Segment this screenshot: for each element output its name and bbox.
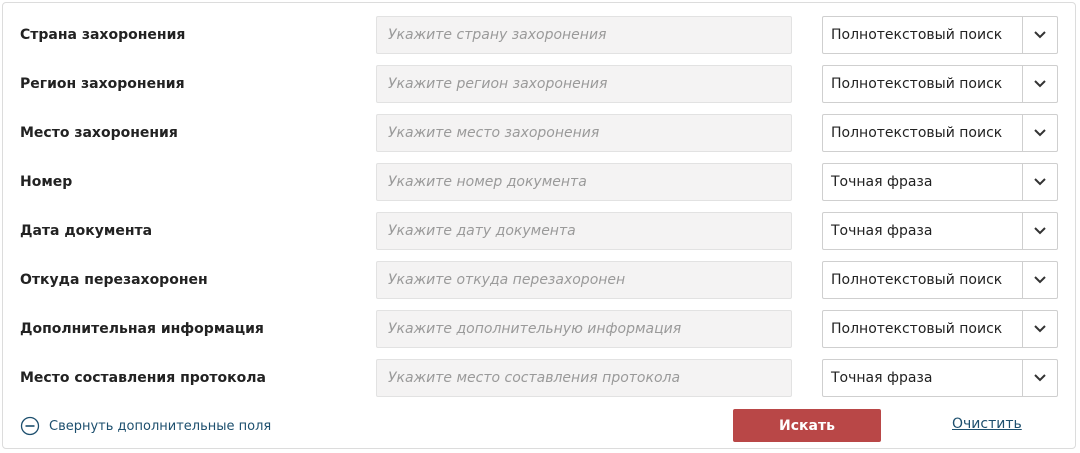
chevron-down-icon: [1034, 374, 1046, 382]
burial-region-input[interactable]: [376, 65, 792, 103]
select-divider: [1022, 311, 1023, 347]
select-divider: [1022, 66, 1023, 102]
field-row-reburied-from: Откуда перезахоронен Полнотекстовый поис…: [0, 261, 1080, 299]
burial-place-input[interactable]: [376, 114, 792, 152]
search-mode-value: Полнотекстовый поиск: [831, 27, 1003, 43]
field-row-document-date: Дата документа Точная фраза: [0, 212, 1080, 250]
search-mode-select[interactable]: Точная фраза: [822, 359, 1058, 397]
additional-info-input[interactable]: [376, 310, 792, 348]
burial-country-input[interactable]: [376, 16, 792, 54]
reburied-from-input[interactable]: [376, 261, 792, 299]
chevron-down-icon: [1034, 129, 1046, 137]
field-label: Откуда перезахоронен: [20, 272, 208, 288]
chevron-down-icon: [1034, 31, 1046, 39]
chevron-down-icon: [1034, 276, 1046, 284]
document-date-input[interactable]: [376, 212, 792, 250]
field-label: Дополнительная информация: [20, 321, 264, 337]
search-mode-select[interactable]: Полнотекстовый поиск: [822, 261, 1058, 299]
select-divider: [1022, 17, 1023, 53]
field-label: Номер: [20, 174, 73, 190]
search-mode-value: Точная фраза: [831, 223, 933, 239]
search-mode-value: Полнотекстовый поиск: [831, 76, 1003, 92]
field-label: Страна захоронения: [20, 27, 186, 43]
select-divider: [1022, 262, 1023, 298]
search-mode-select[interactable]: Полнотекстовый поиск: [822, 114, 1058, 152]
search-mode-select[interactable]: Полнотекстовый поиск: [822, 16, 1058, 54]
field-row-burial-region: Регион захоронения Полнотекстовый поиск: [0, 65, 1080, 103]
minus-circle-icon: [20, 416, 40, 436]
select-divider: [1022, 360, 1023, 396]
field-row-burial-place: Место захоронения Полнотекстовый поиск: [0, 114, 1080, 152]
field-row-burial-country: Страна захоронения Полнотекстовый поиск: [0, 16, 1080, 54]
search-mode-select[interactable]: Полнотекстовый поиск: [822, 310, 1058, 348]
search-mode-value: Точная фраза: [831, 174, 933, 190]
document-number-input[interactable]: [376, 163, 792, 201]
search-mode-select[interactable]: Точная фраза: [822, 163, 1058, 201]
search-mode-value: Полнотекстовый поиск: [831, 321, 1003, 337]
field-row-protocol-place: Место составления протокола Точная фраза: [0, 359, 1080, 397]
chevron-down-icon: [1034, 178, 1046, 186]
search-mode-value: Полнотекстовый поиск: [831, 272, 1003, 288]
field-label: Место захоронения: [20, 125, 178, 141]
field-label: Место составления протокола: [20, 370, 266, 386]
select-divider: [1022, 213, 1023, 249]
chevron-down-icon: [1034, 80, 1046, 88]
search-mode-value: Полнотекстовый поиск: [831, 125, 1003, 141]
select-divider: [1022, 115, 1023, 151]
chevron-down-icon: [1034, 227, 1046, 235]
select-divider: [1022, 164, 1023, 200]
field-label: Регион захоронения: [20, 76, 185, 92]
collapse-extra-fields-toggle[interactable]: Свернуть дополнительные поля: [20, 415, 271, 437]
search-button[interactable]: Искать: [733, 409, 881, 442]
field-row-additional-info: Дополнительная информация Полнотекстовый…: [0, 310, 1080, 348]
search-mode-select[interactable]: Точная фраза: [822, 212, 1058, 250]
field-row-number: Номер Точная фраза: [0, 163, 1080, 201]
search-mode-value: Точная фраза: [831, 370, 933, 386]
field-label: Дата документа: [20, 223, 153, 239]
search-mode-select[interactable]: Полнотекстовый поиск: [822, 65, 1058, 103]
protocol-place-input[interactable]: [376, 359, 792, 397]
chevron-down-icon: [1034, 325, 1046, 333]
clear-link[interactable]: Очистить: [952, 414, 1022, 434]
collapse-label: Свернуть дополнительные поля: [49, 418, 272, 434]
